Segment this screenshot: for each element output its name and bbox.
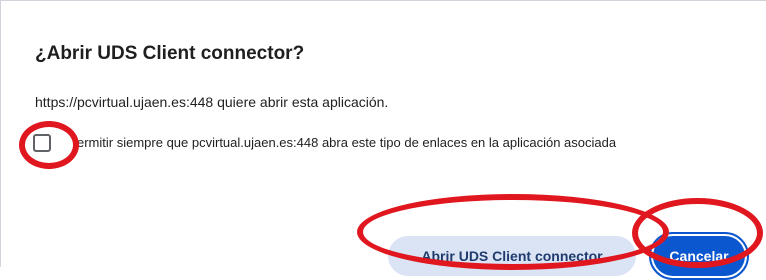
open-app-button[interactable]: Abrir UDS Client connector — [388, 236, 636, 276]
dialog-message: https://pcvirtual.ujaen.es:448 quiere ab… — [35, 94, 389, 110]
always-allow-label: ermitir siempre que pcvirtual.ujaen.es:4… — [77, 135, 617, 150]
cancel-button[interactable]: Cancelar — [653, 236, 745, 276]
always-allow-checkbox[interactable] — [33, 134, 51, 152]
protocol-handler-dialog: ¿Abrir UDS Client connector? https://pcv… — [0, 0, 766, 280]
dialog-title: ¿Abrir UDS Client connector? — [35, 43, 305, 64]
